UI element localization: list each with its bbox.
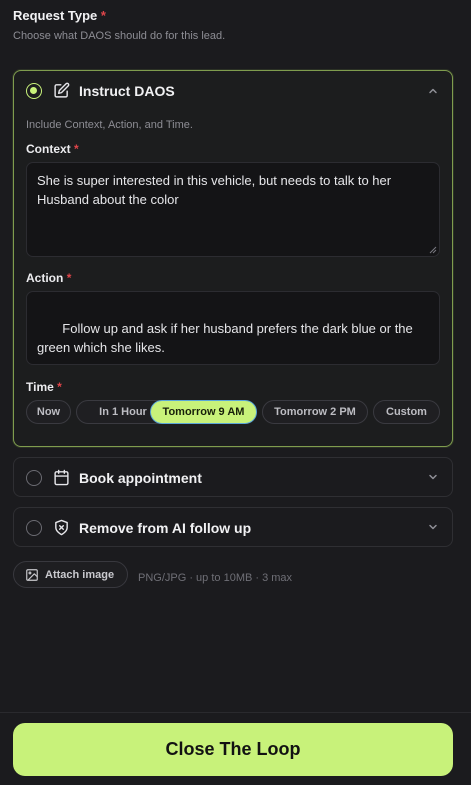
context-value: She is super interested in this vehicle,… <box>37 173 392 207</box>
attach-image-button[interactable]: Attach image <box>13 561 128 588</box>
remove-ai-followup-panel[interactable]: Remove from AI follow up <box>13 507 453 547</box>
pencil-square-icon <box>53 82 70 99</box>
close-the-loop-button[interactable]: Close The Loop <box>13 723 453 776</box>
remove-ai-followup-radio[interactable] <box>26 520 42 536</box>
time-option-tomorrow-2pm[interactable]: Tomorrow 2 PM <box>262 400 368 424</box>
time-option-now[interactable]: Now <box>26 400 71 424</box>
required-mark: * <box>100 8 106 23</box>
chevron-up-icon[interactable] <box>427 85 439 97</box>
time-label-text: Time <box>26 380 54 394</box>
book-appointment-panel[interactable]: Book appointment <box>13 457 453 497</box>
instruct-daos-panel: Instruct DAOS Include Context, Action, a… <box>13 70 453 447</box>
chevron-down-icon[interactable] <box>427 471 439 483</box>
chevron-down-icon[interactable] <box>427 521 439 533</box>
footer-divider <box>0 712 471 713</box>
book-appointment-radio[interactable] <box>26 470 42 486</box>
instruct-hint: Include Context, Action, and Time. <box>26 119 193 131</box>
resize-handle-icon[interactable] <box>429 246 437 254</box>
required-mark: * <box>66 271 72 285</box>
calendar-icon <box>53 469 70 486</box>
shield-x-icon <box>53 519 70 536</box>
time-options: Now In 1 Hour Tomorrow 9 AM Tomorrow 2 P… <box>26 400 446 426</box>
attach-image-meta: PNG/JPG · up to 10MB · 3 max <box>138 572 293 584</box>
context-label: Context * <box>26 142 79 156</box>
required-mark: * <box>74 142 79 156</box>
attach-image-label: Attach image <box>45 569 115 581</box>
time-option-custom[interactable]: Custom <box>373 400 440 424</box>
instruct-daos-radio[interactable] <box>26 83 42 99</box>
instruct-daos-header[interactable]: Instruct DAOS <box>14 71 452 109</box>
time-option-tomorrow-9am[interactable]: Tomorrow 9 AM <box>150 400 257 424</box>
request-type-title: Request Type * <box>13 8 106 23</box>
action-label-text: Action <box>26 271 64 285</box>
required-mark: * <box>57 380 62 394</box>
action-label: Action * <box>26 271 71 285</box>
request-type-form: Request Type * Choose what DAOS should d… <box>0 0 471 785</box>
instruct-daos-title: Instruct DAOS <box>79 83 175 99</box>
image-icon <box>25 568 39 582</box>
action-value: Follow up and ask if her husband prefers… <box>37 321 417 355</box>
request-type-title-text: Request Type <box>13 8 98 23</box>
remove-ai-followup-title: Remove from AI follow up <box>79 520 252 536</box>
action-textarea[interactable]: Follow up and ask if her husband prefers… <box>26 291 440 365</box>
context-label-text: Context <box>26 142 71 156</box>
context-textarea[interactable]: She is super interested in this vehicle,… <box>26 162 440 257</box>
resize-handle-icon[interactable] <box>429 354 437 362</box>
book-appointment-title: Book appointment <box>79 470 202 486</box>
request-type-subtitle: Choose what DAOS should do for this lead… <box>13 30 226 42</box>
time-label: Time * <box>26 380 62 394</box>
